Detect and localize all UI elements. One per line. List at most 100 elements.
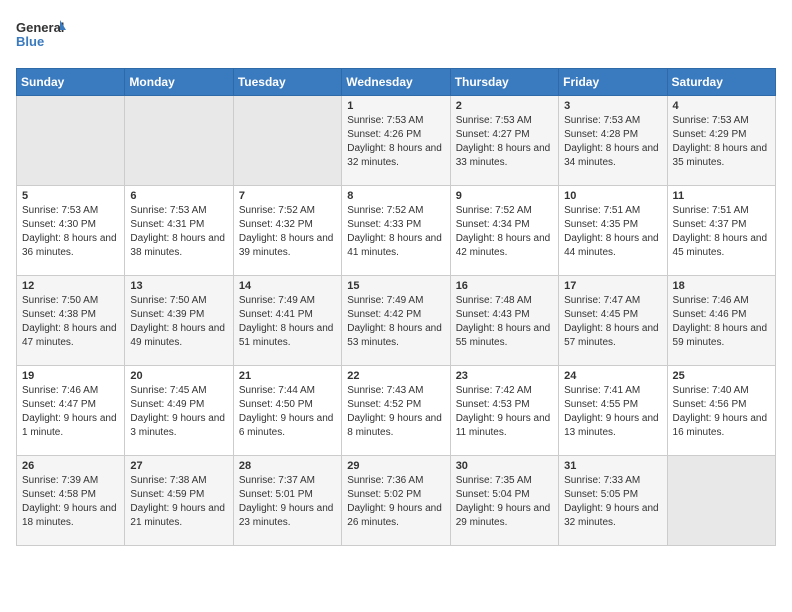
day-number: 7 — [239, 190, 336, 202]
day-info: Sunrise: 7:51 AMSunset: 4:37 PMDaylight:… — [673, 204, 770, 260]
calendar-cell: 9 Sunrise: 7:52 AMSunset: 4:34 PMDayligh… — [450, 186, 558, 276]
weekday-header-wednesday: Wednesday — [342, 69, 450, 96]
calendar-cell: 11 Sunrise: 7:51 AMSunset: 4:37 PMDaylig… — [667, 186, 775, 276]
day-info: Sunrise: 7:43 AMSunset: 4:52 PMDaylight:… — [347, 384, 444, 440]
day-info: Sunrise: 7:42 AMSunset: 4:53 PMDaylight:… — [456, 384, 553, 440]
calendar-cell: 29 Sunrise: 7:36 AMSunset: 5:02 PMDaylig… — [342, 456, 450, 546]
calendar-cell: 19 Sunrise: 7:46 AMSunset: 4:47 PMDaylig… — [17, 366, 125, 456]
day-info: Sunrise: 7:46 AMSunset: 4:46 PMDaylight:… — [673, 294, 770, 350]
day-number: 20 — [130, 370, 227, 382]
day-number: 2 — [456, 100, 553, 112]
day-info: Sunrise: 7:40 AMSunset: 4:56 PMDaylight:… — [673, 384, 770, 440]
calendar-cell: 25 Sunrise: 7:40 AMSunset: 4:56 PMDaylig… — [667, 366, 775, 456]
calendar-cell: 18 Sunrise: 7:46 AMSunset: 4:46 PMDaylig… — [667, 276, 775, 366]
calendar-cell: 10 Sunrise: 7:51 AMSunset: 4:35 PMDaylig… — [559, 186, 667, 276]
day-number: 14 — [239, 280, 336, 292]
day-info: Sunrise: 7:53 AMSunset: 4:26 PMDaylight:… — [347, 114, 444, 170]
calendar-cell: 13 Sunrise: 7:50 AMSunset: 4:39 PMDaylig… — [125, 276, 233, 366]
calendar-cell: 28 Sunrise: 7:37 AMSunset: 5:01 PMDaylig… — [233, 456, 341, 546]
day-number: 25 — [673, 370, 770, 382]
weekday-header-sunday: Sunday — [17, 69, 125, 96]
day-number: 6 — [130, 190, 227, 202]
svg-text:General: General — [16, 20, 64, 35]
calendar-cell — [667, 456, 775, 546]
day-info: Sunrise: 7:36 AMSunset: 5:02 PMDaylight:… — [347, 474, 444, 530]
day-info: Sunrise: 7:41 AMSunset: 4:55 PMDaylight:… — [564, 384, 661, 440]
weekday-header-tuesday: Tuesday — [233, 69, 341, 96]
calendar-cell: 23 Sunrise: 7:42 AMSunset: 4:53 PMDaylig… — [450, 366, 558, 456]
day-info: Sunrise: 7:53 AMSunset: 4:28 PMDaylight:… — [564, 114, 661, 170]
day-info: Sunrise: 7:50 AMSunset: 4:39 PMDaylight:… — [130, 294, 227, 350]
week-row-4: 19 Sunrise: 7:46 AMSunset: 4:47 PMDaylig… — [17, 366, 776, 456]
day-info: Sunrise: 7:49 AMSunset: 4:42 PMDaylight:… — [347, 294, 444, 350]
day-number: 19 — [22, 370, 119, 382]
day-info: Sunrise: 7:44 AMSunset: 4:50 PMDaylight:… — [239, 384, 336, 440]
day-info: Sunrise: 7:53 AMSunset: 4:27 PMDaylight:… — [456, 114, 553, 170]
day-number: 21 — [239, 370, 336, 382]
weekday-header-friday: Friday — [559, 69, 667, 96]
calendar-cell: 21 Sunrise: 7:44 AMSunset: 4:50 PMDaylig… — [233, 366, 341, 456]
day-info: Sunrise: 7:48 AMSunset: 4:43 PMDaylight:… — [456, 294, 553, 350]
day-info: Sunrise: 7:52 AMSunset: 4:32 PMDaylight:… — [239, 204, 336, 260]
day-number: 12 — [22, 280, 119, 292]
day-number: 24 — [564, 370, 661, 382]
week-row-3: 12 Sunrise: 7:50 AMSunset: 4:38 PMDaylig… — [17, 276, 776, 366]
day-number: 29 — [347, 460, 444, 472]
day-number: 30 — [456, 460, 553, 472]
calendar-cell: 24 Sunrise: 7:41 AMSunset: 4:55 PMDaylig… — [559, 366, 667, 456]
calendar-cell — [125, 96, 233, 186]
calendar-cell: 6 Sunrise: 7:53 AMSunset: 4:31 PMDayligh… — [125, 186, 233, 276]
day-info: Sunrise: 7:46 AMSunset: 4:47 PMDaylight:… — [22, 384, 119, 440]
day-info: Sunrise: 7:47 AMSunset: 4:45 PMDaylight:… — [564, 294, 661, 350]
day-number: 8 — [347, 190, 444, 202]
calendar-cell: 4 Sunrise: 7:53 AMSunset: 4:29 PMDayligh… — [667, 96, 775, 186]
day-info: Sunrise: 7:50 AMSunset: 4:38 PMDaylight:… — [22, 294, 119, 350]
day-number: 1 — [347, 100, 444, 112]
day-number: 9 — [456, 190, 553, 202]
calendar-cell: 20 Sunrise: 7:45 AMSunset: 4:49 PMDaylig… — [125, 366, 233, 456]
calendar-cell: 14 Sunrise: 7:49 AMSunset: 4:41 PMDaylig… — [233, 276, 341, 366]
day-info: Sunrise: 7:49 AMSunset: 4:41 PMDaylight:… — [239, 294, 336, 350]
weekday-header-row: SundayMondayTuesdayWednesdayThursdayFrid… — [17, 69, 776, 96]
weekday-header-monday: Monday — [125, 69, 233, 96]
day-info: Sunrise: 7:53 AMSunset: 4:29 PMDaylight:… — [673, 114, 770, 170]
day-info: Sunrise: 7:37 AMSunset: 5:01 PMDaylight:… — [239, 474, 336, 530]
calendar-cell — [233, 96, 341, 186]
calendar-cell: 2 Sunrise: 7:53 AMSunset: 4:27 PMDayligh… — [450, 96, 558, 186]
calendar-cell: 27 Sunrise: 7:38 AMSunset: 4:59 PMDaylig… — [125, 456, 233, 546]
day-number: 22 — [347, 370, 444, 382]
day-info: Sunrise: 7:39 AMSunset: 4:58 PMDaylight:… — [22, 474, 119, 530]
week-row-1: 1 Sunrise: 7:53 AMSunset: 4:26 PMDayligh… — [17, 96, 776, 186]
day-number: 4 — [673, 100, 770, 112]
calendar-cell: 16 Sunrise: 7:48 AMSunset: 4:43 PMDaylig… — [450, 276, 558, 366]
day-info: Sunrise: 7:33 AMSunset: 5:05 PMDaylight:… — [564, 474, 661, 530]
day-info: Sunrise: 7:52 AMSunset: 4:34 PMDaylight:… — [456, 204, 553, 260]
calendar-cell: 8 Sunrise: 7:52 AMSunset: 4:33 PMDayligh… — [342, 186, 450, 276]
day-number: 27 — [130, 460, 227, 472]
day-info: Sunrise: 7:51 AMSunset: 4:35 PMDaylight:… — [564, 204, 661, 260]
day-info: Sunrise: 7:45 AMSunset: 4:49 PMDaylight:… — [130, 384, 227, 440]
calendar-cell: 31 Sunrise: 7:33 AMSunset: 5:05 PMDaylig… — [559, 456, 667, 546]
page-header: General Blue — [16, 16, 776, 56]
day-number: 11 — [673, 190, 770, 202]
calendar-cell: 3 Sunrise: 7:53 AMSunset: 4:28 PMDayligh… — [559, 96, 667, 186]
day-number: 17 — [564, 280, 661, 292]
day-number: 15 — [347, 280, 444, 292]
day-number: 3 — [564, 100, 661, 112]
day-number: 5 — [22, 190, 119, 202]
week-row-5: 26 Sunrise: 7:39 AMSunset: 4:58 PMDaylig… — [17, 456, 776, 546]
calendar-cell: 17 Sunrise: 7:47 AMSunset: 4:45 PMDaylig… — [559, 276, 667, 366]
day-number: 28 — [239, 460, 336, 472]
day-info: Sunrise: 7:53 AMSunset: 4:30 PMDaylight:… — [22, 204, 119, 260]
calendar-cell: 30 Sunrise: 7:35 AMSunset: 5:04 PMDaylig… — [450, 456, 558, 546]
weekday-header-saturday: Saturday — [667, 69, 775, 96]
calendar-cell: 5 Sunrise: 7:53 AMSunset: 4:30 PMDayligh… — [17, 186, 125, 276]
day-info: Sunrise: 7:53 AMSunset: 4:31 PMDaylight:… — [130, 204, 227, 260]
calendar-cell: 1 Sunrise: 7:53 AMSunset: 4:26 PMDayligh… — [342, 96, 450, 186]
weekday-header-thursday: Thursday — [450, 69, 558, 96]
calendar-cell — [17, 96, 125, 186]
calendar-cell: 7 Sunrise: 7:52 AMSunset: 4:32 PMDayligh… — [233, 186, 341, 276]
day-number: 13 — [130, 280, 227, 292]
day-number: 16 — [456, 280, 553, 292]
day-number: 18 — [673, 280, 770, 292]
